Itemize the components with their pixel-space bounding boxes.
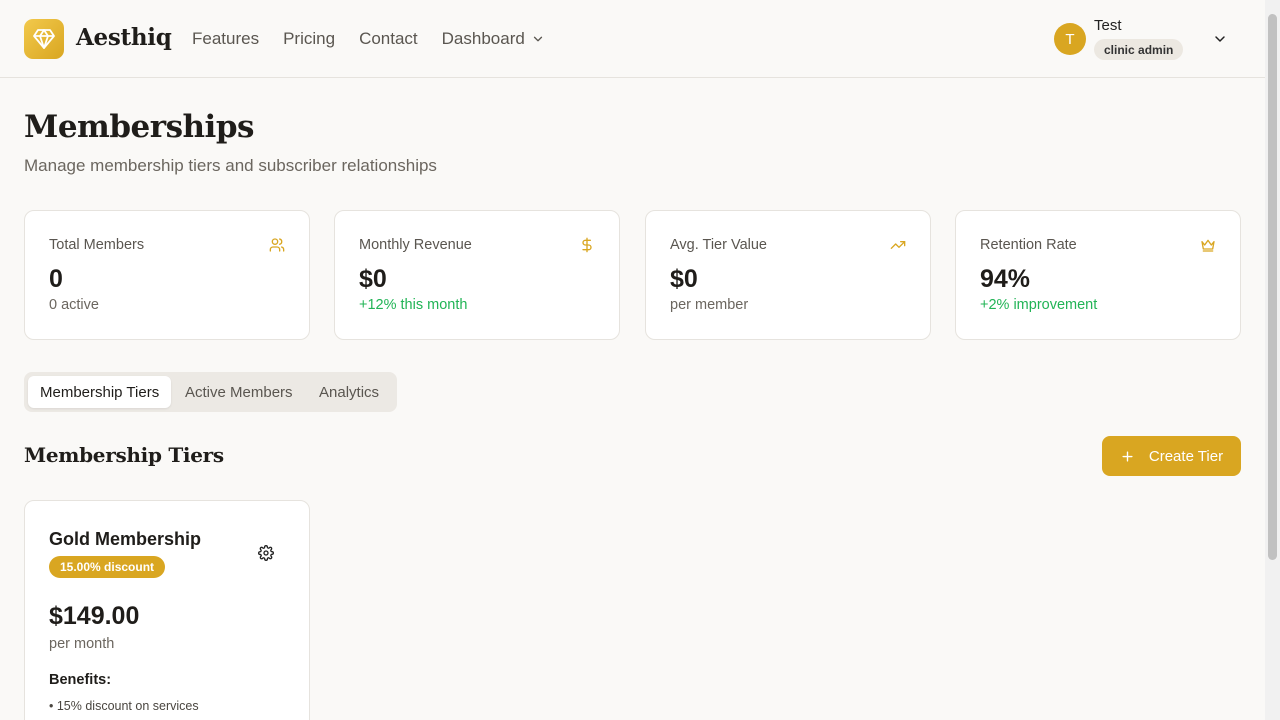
main-nav: Features Pricing Contact Dashboard [192, 29, 545, 49]
nav-dashboard-label: Dashboard [441, 29, 525, 48]
user-menu-chevron-icon[interactable] [1212, 31, 1228, 47]
stat-card-avg-tier-value: Avg. Tier Value $0 per member [645, 210, 931, 340]
logo[interactable] [24, 19, 64, 59]
stat-card-monthly-revenue: Monthly Revenue $0 +12% this month [334, 210, 620, 340]
nav-dashboard-dropdown[interactable]: Dashboard [442, 29, 545, 49]
scrollbar-thumb[interactable] [1268, 14, 1277, 560]
tab-analytics[interactable]: Analytics [319, 376, 379, 408]
nav-contact[interactable]: Contact [359, 29, 418, 49]
brand-name[interactable]: Aesthiq [76, 24, 172, 51]
stat-card-total-members: Total Members 0 0 active [24, 210, 310, 340]
stat-label: Avg. Tier Value [670, 237, 767, 253]
stat-note: 0 active [49, 297, 99, 313]
nav-features[interactable]: Features [192, 29, 259, 49]
stat-value: $0 [670, 265, 698, 293]
role-badge: clinic admin [1094, 39, 1184, 60]
benefits-heading: Benefits: [49, 672, 112, 688]
top-navbar: Aesthiq Features Pricing Contact Dashboa… [0, 0, 1265, 78]
tab-list: Membership Tiers Active Members Analytic… [24, 372, 397, 412]
tier-price: $149.00 [49, 602, 140, 630]
create-tier-label: Create Tier [1148, 447, 1224, 465]
tab-active-members[interactable]: Active Members [185, 376, 293, 408]
stat-value: $0 [359, 265, 387, 293]
trending-up-icon [890, 241, 906, 249]
discount-badge: 15.00% discount [49, 556, 166, 578]
benefit-item: • 15% discount on services [49, 699, 199, 713]
tier-name: Gold Membership [49, 529, 202, 549]
scrollbar[interactable] [1265, 0, 1280, 720]
page-subtitle: Manage membership tiers and subscriber r… [24, 156, 437, 175]
page-title: Memberships [24, 109, 254, 145]
dollar-icon [582, 237, 592, 253]
crown-icon [1201, 239, 1215, 252]
stat-note: +12% this month [359, 297, 468, 313]
stat-label: Retention Rate [980, 237, 1077, 253]
stat-value: 0 [49, 265, 63, 293]
stat-label: Monthly Revenue [359, 237, 472, 253]
tier-period: per month [49, 636, 115, 652]
tier-card: Gold Membership 15.00% discount $149.00 … [24, 500, 310, 720]
nav-pricing[interactable]: Pricing [283, 29, 335, 49]
stat-label: Total Members [49, 237, 145, 253]
stat-note: per member [670, 297, 749, 313]
chevron-down-icon [533, 36, 542, 42]
avatar[interactable]: T [1054, 23, 1086, 55]
user-name: Test [1094, 17, 1122, 34]
create-tier-button[interactable]: Create Tier [1102, 436, 1241, 476]
gear-icon[interactable] [258, 545, 274, 561]
plus-icon [1122, 450, 1133, 462]
diamond-icon [33, 29, 55, 49]
tab-membership-tiers[interactable]: Membership Tiers [28, 376, 172, 408]
stat-card-retention-rate: Retention Rate 94% +2% improvement [955, 210, 1241, 340]
section-title: Membership Tiers [24, 443, 224, 467]
stat-note: +2% improvement [980, 297, 1098, 313]
users-icon [269, 238, 285, 252]
stat-value: 94% [980, 265, 1031, 293]
